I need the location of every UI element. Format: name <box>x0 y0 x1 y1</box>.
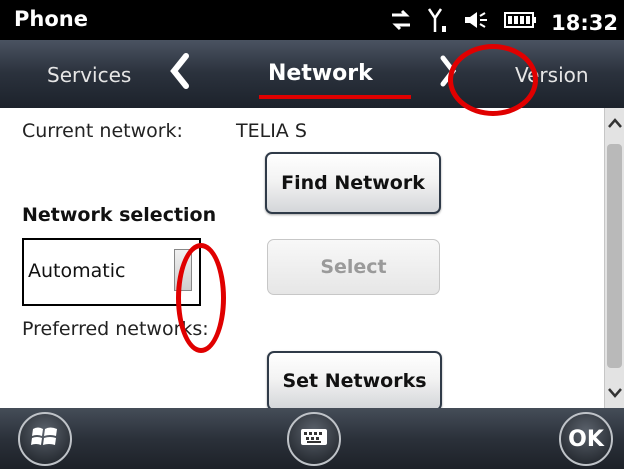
windows-logo-icon <box>31 424 59 454</box>
chevron-left-icon[interactable] <box>167 52 193 94</box>
network-selection-dropdown[interactable]: Automatic <box>22 238 201 306</box>
battery-icon <box>503 10 537 35</box>
status-title: Phone <box>14 7 88 31</box>
tab-bar: Services Network Version <box>0 40 624 109</box>
keyboard-button[interactable] <box>287 412 341 466</box>
network-selection-value: Automatic <box>28 260 126 282</box>
scroll-up-icon[interactable] <box>605 108 624 138</box>
dropdown-arrow-button[interactable] <box>174 249 192 291</box>
status-icons: 18:32 <box>389 6 618 39</box>
data-connection-icon <box>389 9 413 36</box>
bottom-bar: OK <box>0 408 624 469</box>
set-networks-button[interactable]: Set Networks <box>267 351 442 411</box>
current-network-label: Current network: <box>22 120 183 142</box>
preferred-networks-label: Preferred networks: <box>22 318 209 340</box>
start-button[interactable] <box>18 412 72 466</box>
keyboard-icon <box>300 428 328 450</box>
chevron-right-icon[interactable] <box>437 54 459 92</box>
select-button[interactable]: Select <box>267 239 440 295</box>
current-network-value: TELIA S <box>236 120 307 142</box>
scroll-down-icon[interactable] <box>605 378 624 408</box>
find-network-button[interactable]: Find Network <box>265 152 441 214</box>
network-selection-heading: Network selection <box>22 204 217 226</box>
tab-version[interactable]: Version <box>515 63 589 87</box>
vertical-scrollbar[interactable] <box>604 108 624 408</box>
volume-icon <box>463 9 489 36</box>
tab-network[interactable]: Network <box>268 61 373 86</box>
signal-icon <box>427 6 449 39</box>
ok-label: OK <box>568 426 604 452</box>
status-time: 18:32 <box>551 10 618 35</box>
tab-services[interactable]: Services <box>47 63 131 87</box>
status-bar: Phone 18:32 <box>0 0 624 40</box>
scrollbar-thumb[interactable] <box>607 144 622 368</box>
ok-button[interactable]: OK <box>559 412 613 466</box>
tab-active-underline <box>259 95 411 99</box>
